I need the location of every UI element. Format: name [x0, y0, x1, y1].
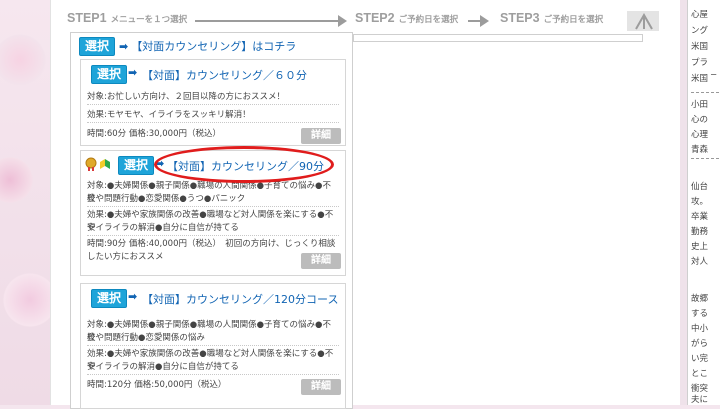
arrow-right-icon: ➡	[119, 40, 129, 53]
sidebar-divider	[691, 158, 719, 159]
card-header: 選択 ➡ 【対面】カウンセリング／６０分	[81, 60, 345, 85]
profile-sidebar: 心屋 ング 米国 プラ 米国 − 小田 心の 心理 青森 仙台 攻。 卒業 勤務…	[687, 0, 720, 405]
detail-button-60min[interactable]: 詳細	[301, 128, 341, 144]
arrow-right-icon: ➡	[128, 66, 138, 79]
step-arrow-head-2	[480, 15, 489, 27]
card-effect: 効果:モヤモヤ、イライラをスッキリ解消！	[87, 109, 339, 123]
card-effect-line2: やイライラの解消●自分に自信が持てる	[87, 222, 339, 236]
sidebar-text: 卒業	[691, 212, 709, 222]
sidebar-minus: −	[710, 70, 718, 80]
sidebar-text: がら	[691, 339, 709, 349]
sidebar-text: 青森	[691, 145, 709, 155]
sidebar-text: 勤務	[691, 227, 709, 237]
step-progress: STEP1 メニューを１つ選択 STEP2 ご予約日を選択 STEP3 ご予約日を選択	[67, 11, 659, 31]
select-button-60min[interactable]: 選択	[91, 65, 128, 84]
sidebar-text: する	[691, 309, 709, 319]
menu-card-60min: 選択 ➡ 【対面】カウンセリング／６０分 対象:お忙しい方向け、２回目以降の方に…	[80, 59, 346, 146]
sidebar-text: 夫に	[691, 395, 709, 405]
detail-button-120min[interactable]: 詳細	[301, 379, 341, 395]
sidebar-text: 米国	[691, 42, 709, 52]
step3: STEP3 ご予約日を選択	[500, 11, 604, 25]
step3-tail	[627, 11, 659, 31]
select-button-120min[interactable]: 選択	[91, 289, 128, 308]
card-target-line2: 校や問題行動●恋愛関係の悩み	[87, 332, 339, 346]
sidebar-text: い完	[691, 354, 709, 364]
sidebar-text: 心の	[691, 115, 709, 125]
sidebar-text: プラ	[691, 58, 709, 68]
step2: STEP2 ご予約日を選択	[355, 11, 459, 25]
card-effect-line2: やイライラの解消●自分に自信が持てる	[87, 361, 339, 375]
sidebar-gap	[680, 0, 687, 405]
sidebar-text: 攻。	[691, 197, 709, 207]
sidebar-text: 対人	[691, 257, 709, 267]
sidebar-text: 心屋	[691, 10, 709, 20]
card-title-120min[interactable]: 【対面】カウンセリング／120分コース	[142, 291, 338, 307]
card-title-60min[interactable]: 【対面】カウンセリング／６０分	[142, 67, 307, 83]
select-button-90min[interactable]: 選択	[118, 156, 155, 175]
up-arrow-icon	[635, 12, 653, 30]
header-select-button[interactable]: 選択	[79, 37, 116, 56]
step1: STEP1 メニューを１つ選択	[67, 11, 188, 25]
menu-list: 選択 ➡ 【対面カウンセリング】はコチラ 選択 ➡ 【対面】カウンセリング／６０分 …	[70, 32, 353, 409]
red-highlight-circle	[154, 146, 334, 183]
card-price: 時間:60分 価格:30,000円（税込）	[87, 129, 221, 139]
card-price-line1: 時間:90分 価格:40,000円（税込） 初回の方向け、じっくり相談	[87, 239, 336, 249]
sidebar-divider	[691, 92, 719, 93]
sidebar-text: 小田	[691, 100, 709, 110]
detail-button-90min[interactable]: 詳細	[301, 253, 341, 269]
card-target: 対象:お忙しい方向け、２回目以降の方におススメ！	[87, 91, 339, 105]
reservation-panel: STEP1 メニューを１つ選択 STEP2 ご予約日を選択 STEP3 ご予約日を選択…	[50, 0, 681, 409]
sidebar-text: 心理	[691, 130, 709, 140]
arrow-right-icon: ➡	[128, 290, 138, 303]
card-header: 選択 ➡ 【対面】カウンセリング／120分コース	[81, 284, 345, 309]
card-price: 時間:120分 価格:50,000円（税込）	[87, 380, 227, 390]
calendar-placeholder	[353, 34, 643, 42]
sidebar-text: とこ	[691, 369, 709, 379]
step-arrow-line-1	[195, 20, 338, 22]
menu-card-120min: 選択 ➡ 【対面】カウンセリング／120分コース 対象:●夫婦関係●親子関係●職…	[80, 283, 346, 409]
sidebar-text: ング	[691, 26, 709, 36]
card-price-line2: したい方におススメ	[87, 252, 164, 262]
sidebar-text: 史上	[691, 242, 709, 252]
sidebar-text: 中小	[691, 324, 709, 334]
sidebar-text: 故郷	[691, 294, 709, 304]
step-arrow-head-1	[338, 15, 347, 27]
background-flower-decoration	[0, 0, 50, 405]
card-target-line2: 校や問題行動●恋愛関係●うつ●パニック	[87, 193, 339, 207]
sidebar-text: 仙台	[691, 182, 709, 192]
menu-header: 選択 ➡ 【対面カウンセリング】はコチラ	[79, 37, 296, 56]
face-to-face-counseling-link[interactable]: 【対面カウンセリング】はコチラ	[131, 40, 296, 53]
step-arrow-line-2	[468, 20, 480, 22]
